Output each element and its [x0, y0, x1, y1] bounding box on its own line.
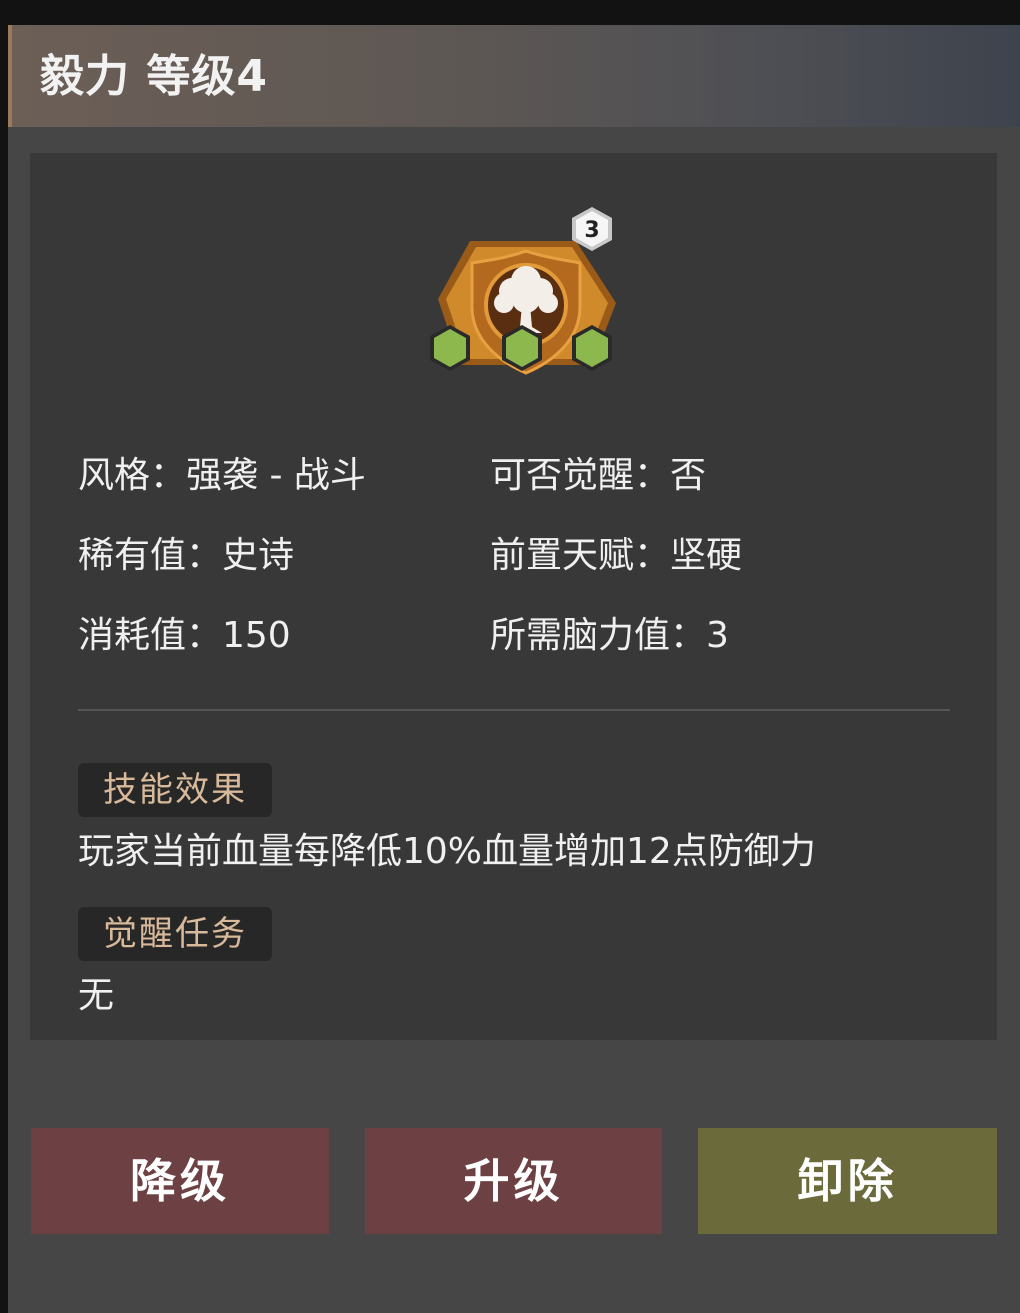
remove-button[interactable]: 卸除	[698, 1128, 997, 1234]
skill-effect-tag: 技能效果	[78, 763, 272, 817]
skill-content-panel: 3 风格：强袭 - 战斗 可否觉醒：否 稀有值：史诗 前置天赋：坚硬 消耗值：1…	[30, 153, 997, 1040]
awaken-task-tag: 觉醒任务	[78, 907, 272, 961]
skill-badge-count: 3	[584, 218, 599, 243]
awaken-task-text: 无	[78, 975, 115, 1016]
upgrade-button[interactable]: 升级	[365, 1128, 662, 1234]
skill-detail-dialog: 毅力 等级4 3 风格：强袭 - 战斗 可否觉醒：否 稀有值：史诗 前置天赋：坚…	[8, 25, 1020, 1313]
rarity-info: 稀有值：史诗	[78, 535, 295, 576]
awaken-info: 可否觉醒：否	[490, 455, 707, 496]
prerequisite-info: 前置天赋：坚硬	[490, 535, 743, 576]
brain-power-info: 所需脑力值：3	[490, 615, 729, 656]
style-info: 风格：强袭 - 战斗	[78, 455, 366, 496]
title-bar: 毅力 等级4	[8, 25, 1020, 127]
divider	[78, 709, 950, 711]
cost-info: 消耗值：150	[78, 615, 291, 656]
tree-emblem-icon: 3	[430, 207, 616, 375]
skill-effect-text: 玩家当前血量每降低10%血量增加12点防御力	[78, 831, 816, 872]
downgrade-button[interactable]: 降级	[31, 1128, 329, 1234]
dialog-title: 毅力 等级4	[40, 51, 268, 102]
